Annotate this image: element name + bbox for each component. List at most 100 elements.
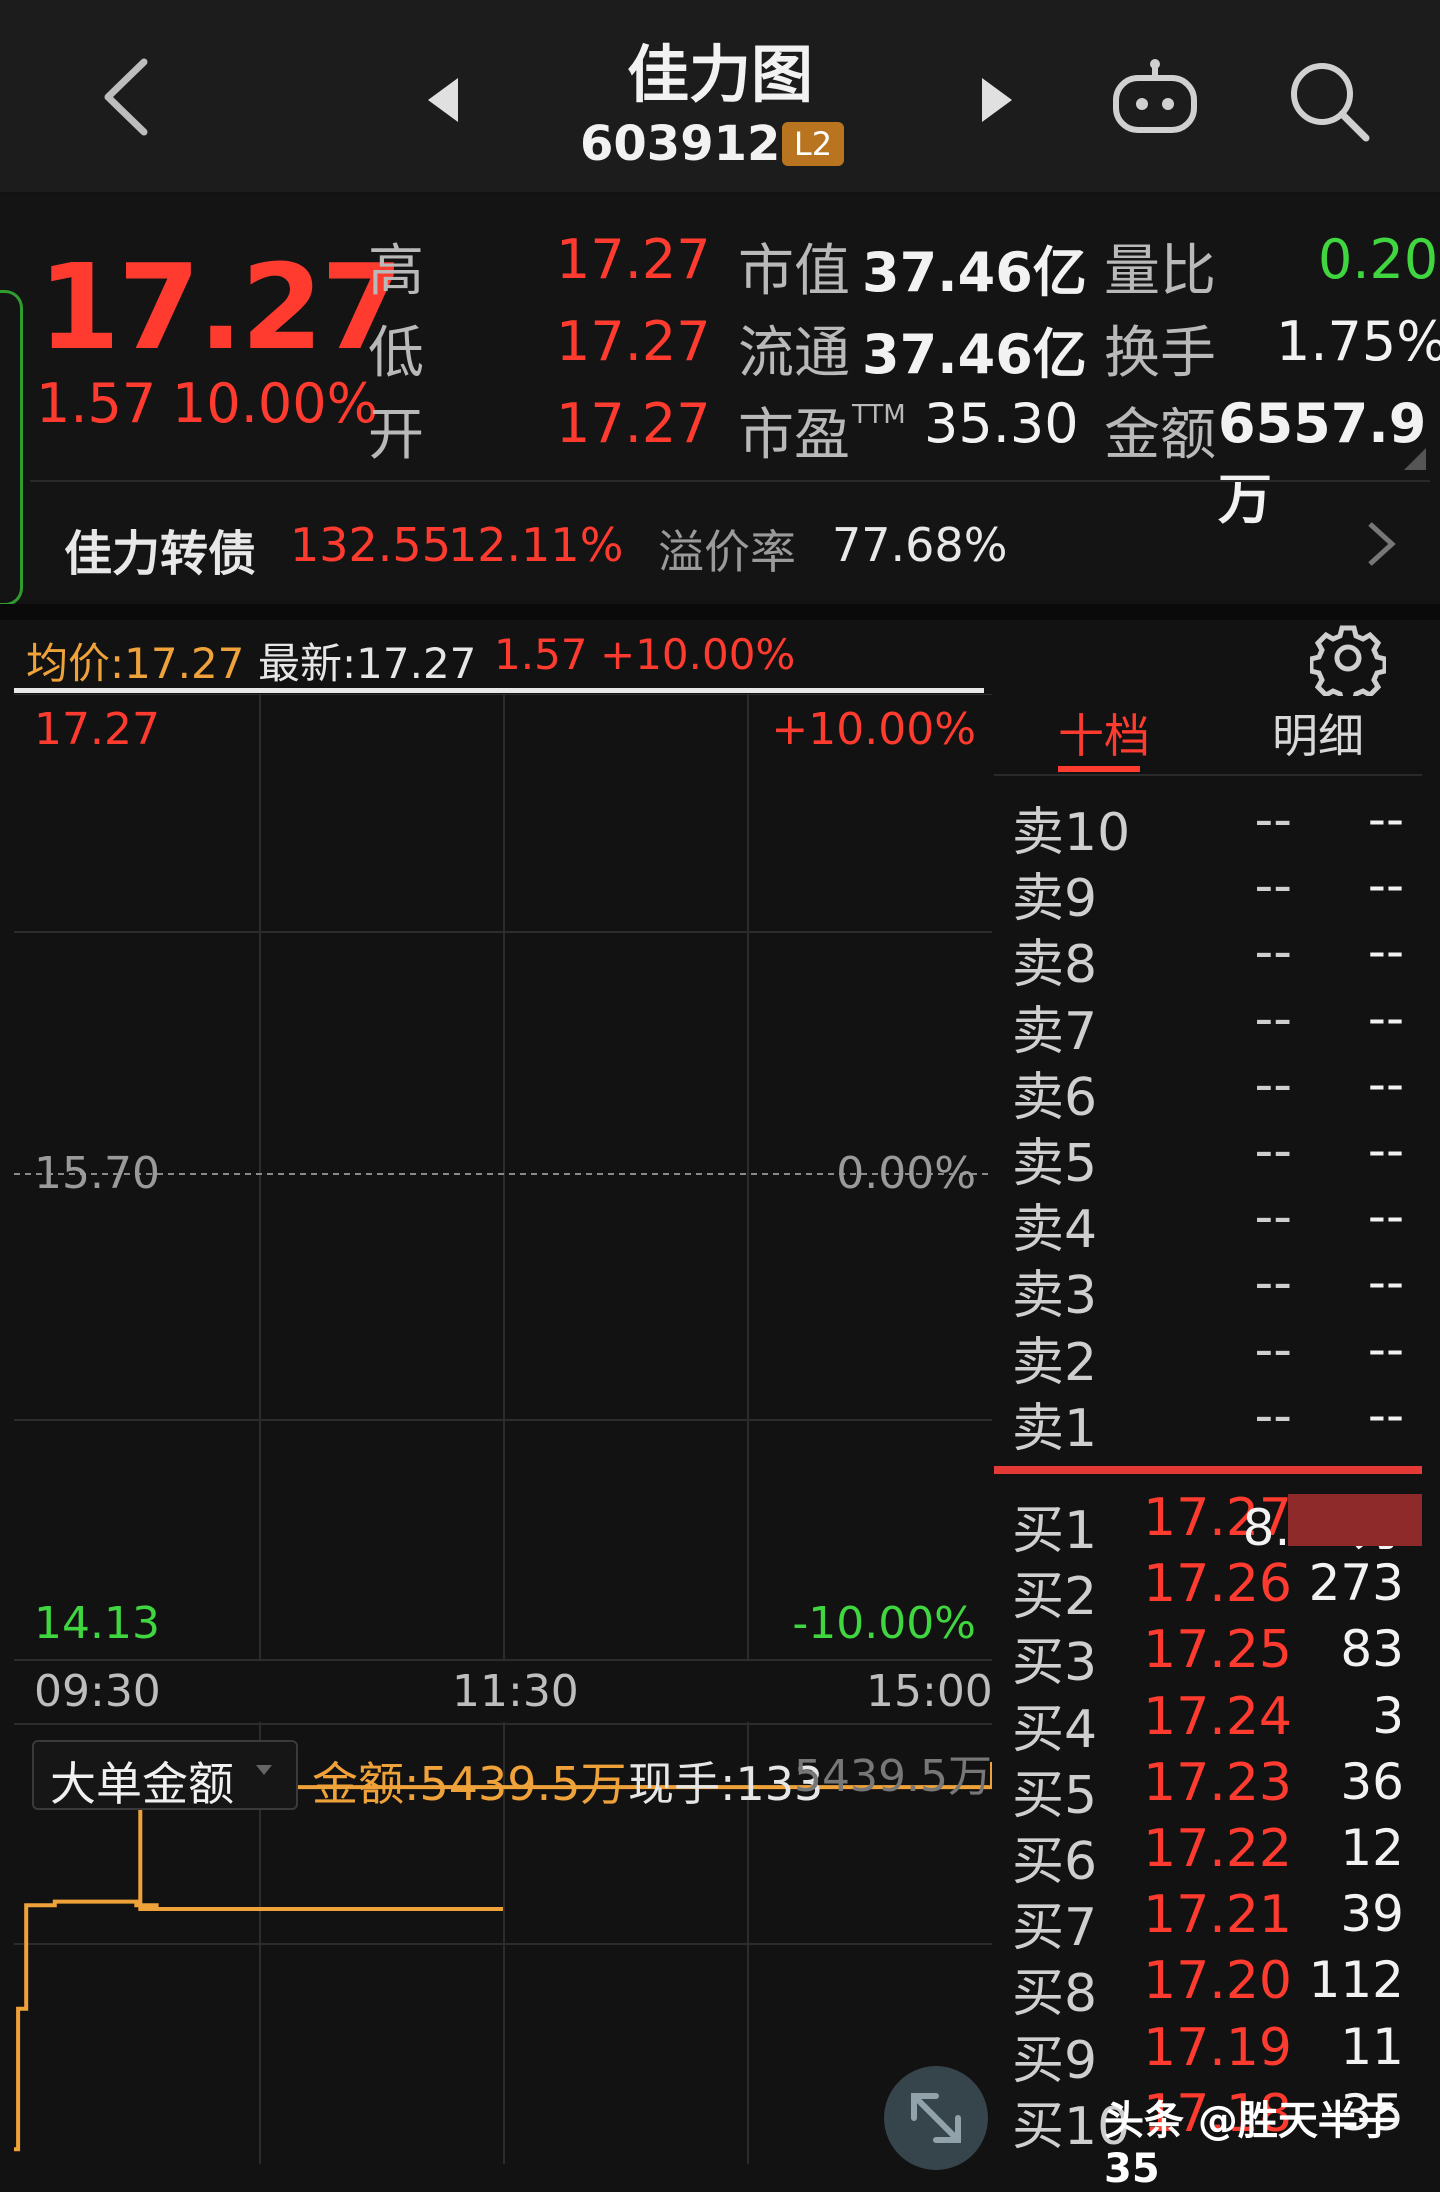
sell-row[interactable]: 卖7 -- -- [1012,988,1412,1062]
sell-volume: -- [1367,790,1404,848]
sell-volume: -- [1367,1319,1404,1378]
x-label-close: 15:00 [866,1666,993,1717]
sell-level-label: 卖6 [1012,1067,1098,1128]
buy-volume: 273 [1308,1554,1404,1613]
prev-stock-icon [428,78,458,122]
sell-row[interactable]: 卖10 -- -- [1012,790,1412,863]
buy-volume: 112 [1308,1951,1404,2010]
big-order-amount: 金额:5439.5万 [312,1757,627,1811]
sell-price: -- [1254,1319,1292,1380]
buy-price: 17.23 [1143,1752,1292,1813]
buy-row[interactable]: 买2 17.26 273 [1012,1554,1412,1627]
bid-ask-divider [994,1466,1422,1474]
turnover-value: 1.75% [1276,310,1440,373]
l2-badge[interactable]: L2 [782,122,844,166]
watermark: 头条 @胜天半子35 [1104,2098,1398,2192]
sell-row[interactable]: 卖2 -- -- [1012,1319,1412,1393]
sell-volume: -- [1367,1385,1404,1444]
buy-volume: 11 [1340,2017,1404,2076]
sell-price: -- [1254,1121,1292,1181]
expand-icon [911,2093,961,2143]
sell-row[interactable]: 卖3 -- -- [1012,1253,1412,1326]
buy-price: 17.19 [1143,2017,1292,2078]
sell-price: -- [1254,856,1292,917]
buy-row[interactable]: 买5 17.23 36 [1012,1752,1412,1826]
pe-value: 35.30 [924,392,1079,455]
y-label-top: 17.27 [34,704,160,755]
buy-row[interactable]: 买3 17.25 83 [1012,1620,1412,1693]
volume-ratio-label: 量比 [1104,239,1216,304]
open-label: 开 [368,403,424,468]
sell-volume: -- [1367,1121,1404,1179]
tab-divider [994,774,1422,776]
tab-order-book[interactable]: 十档 [1058,700,1150,766]
search-button[interactable] [1284,56,1374,146]
back-icon [104,58,148,136]
buy-price: 17.21 [1143,1885,1292,1946]
stock-name: 佳力图 [626,38,813,111]
buy-volume: 12 [1340,1819,1404,1877]
dropdown-caret-icon [256,1765,272,1775]
buy-volume: 36 [1340,1752,1404,1811]
prev-stock-button[interactable] [420,70,470,130]
buy-row[interactable]: 买6 17.22 12 [1012,1819,1412,1892]
section-gap [0,604,1440,620]
convertible-name[interactable]: 佳力转债 [64,514,256,584]
buy-price: 17.24 [1143,1686,1292,1747]
premium-value: 77.68% [832,518,1008,572]
sell-row[interactable]: 卖6 -- -- [1012,1054,1412,1128]
sell-row[interactable]: 卖5 -- -- [1012,1121,1412,1194]
y-label-mid: 15.70 [34,1148,160,1199]
volume-ratio-value: 0.20 [1318,228,1439,291]
buy-volume: 3 [1372,1686,1404,1745]
back-button[interactable] [96,52,166,142]
buy-row[interactable]: 买8 17.20 112 [1012,1951,1412,2024]
buy-volume: 39 [1340,1885,1404,1944]
next-stock-button[interactable] [972,70,1022,130]
robot-icon [1113,59,1197,133]
tab-trade-detail[interactable]: 明细 [1272,700,1364,766]
x-label-open: 09:30 [34,1666,161,1717]
pct-label-mid: 0.00% [836,1148,976,1199]
intraday-chart[interactable]: 17.27 15.70 14.13 +10.00% 0.00% -10.00% [14,694,992,1662]
buy-level-label: 买6 [1012,1832,1098,1892]
buy-level-label: 买5 [1012,1765,1098,1826]
chart-settings-button[interactable] [1308,620,1388,705]
sell-volume: -- [1367,922,1404,981]
sell-row[interactable]: 卖9 -- -- [1012,856,1412,929]
sell-volume: -- [1367,1054,1404,1113]
sell-price: -- [1254,1253,1292,1314]
fullscreen-button[interactable] [884,2066,988,2170]
sell-volume: -- [1367,1253,1404,1312]
sell-price: -- [1254,1385,1292,1446]
buy-row[interactable]: 买4 17.24 3 [1012,1686,1412,1760]
sell-volume: -- [1367,988,1404,1047]
buy-level-label: 买7 [1012,1898,1098,1959]
buy-row[interactable]: 买7 17.21 39 [1012,1885,1412,1958]
price-change: 1.57 [36,372,157,435]
high-label: 高 [368,239,424,304]
sell-level-label: 卖10 [1012,803,1131,863]
sell-row[interactable]: 卖4 -- -- [1012,1187,1412,1260]
sell-row[interactable]: 卖1 -- -- [1012,1385,1412,1459]
expand-corner-icon[interactable] [1404,448,1426,470]
low-label: 低 [368,321,424,386]
y-label-bottom: 14.13 [34,1598,160,1649]
buy-row[interactable]: 买9 17.19 11 [1012,2017,1412,2091]
buy-price: 17.26 [1143,1554,1292,1615]
side-handle[interactable] [0,290,23,606]
pe-label: 市盈 [738,403,850,468]
assistant-button[interactable] [1110,58,1200,138]
float-cap-value: 37.46亿 [862,323,1087,386]
sell-price: -- [1254,1187,1292,1248]
convertible-detail-button[interactable] [1360,516,1400,572]
sell-level-label: 卖3 [1012,1266,1098,1327]
sell-row[interactable]: 卖8 -- -- [1012,922,1412,995]
next-stock-icon [982,78,1012,122]
buy-level-label: 买4 [1012,1699,1098,1760]
float-cap-label: 流通 [738,321,850,386]
sell-level-label: 卖5 [1012,1134,1098,1194]
amount-label: 金额 [1104,403,1216,468]
current-price: 17.27 [38,238,403,376]
convertible-pct: 12.11% [448,518,624,572]
